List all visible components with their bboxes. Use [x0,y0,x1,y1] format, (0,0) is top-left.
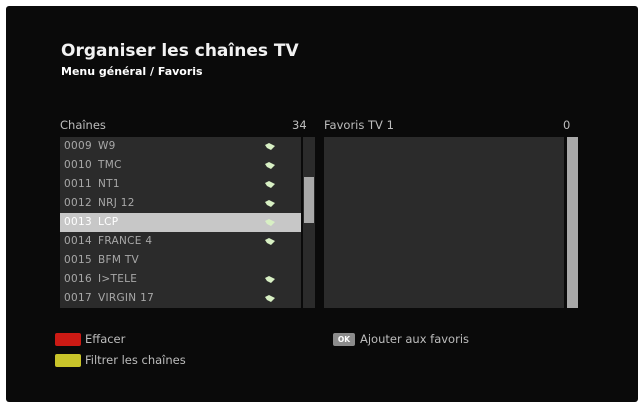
favorites-list-scrollbar[interactable] [567,137,578,308]
favorite-marker-icon [265,219,275,226]
channel-name: I>TELE [98,273,138,285]
channel-number: 0009 [64,140,92,152]
legend-filter-label: Filtrer les chaînes [85,353,186,367]
channel-number: 0012 [64,197,92,209]
channel-list[interactable]: 0009 W9 0010 TMC 0011 NT1 0012 NRJ 12 0013 LCP 001… [60,137,301,308]
favorites-list[interactable] [324,137,564,308]
legend-filter: Filtrer les chaînes [55,353,186,367]
tv-screen: Organiser les chaînes TV Menu général / … [6,6,638,402]
channel-name: VIRGIN 17 [98,292,155,304]
channel-row[interactable]: 0010 TMC [60,156,301,175]
channel-name: W9 [98,140,116,152]
favorites-label: Favoris TV 1 [324,118,394,132]
channel-list-scroll-thumb[interactable] [304,177,314,223]
channel-name: NT1 [98,178,120,190]
favorite-marker-icon [265,238,275,245]
channel-row[interactable]: 0016 I>TELE [60,270,301,289]
channel-row[interactable]: 0012 NRJ 12 [60,194,301,213]
ok-key-icon: OK [333,332,355,346]
favorite-marker-icon [265,295,275,302]
channel-row[interactable]: 0014 FRANCE 4 [60,232,301,251]
channel-row[interactable]: 0009 W9 [60,137,301,156]
legend-delete: Effacer [55,332,125,346]
page-title: Organiser les chaînes TV [61,41,299,61]
channel-name: BFM TV [98,254,140,266]
channel-name: NRJ 12 [98,197,135,209]
red-key-icon [55,332,81,346]
channels-label: Chaînes [60,118,106,132]
channel-row[interactable]: 0015 BFM TV [60,251,301,270]
channel-name: LCP [98,216,119,228]
channel-number: 0015 [64,254,92,266]
channel-row[interactable]: 0011 NT1 [60,175,301,194]
favorite-marker-icon [265,276,275,283]
channels-count: 34 [292,118,307,132]
channel-number: 0014 [64,235,92,247]
channel-row[interactable]: 0017 VIRGIN 17 [60,289,301,308]
legend-add-favorite-label: Ajouter aux favoris [360,332,470,346]
breadcrumb: Menu général / Favoris [61,65,203,78]
legend-delete-label: Effacer [85,332,126,346]
legend-add-favorite: OK Ajouter aux favoris [333,332,469,346]
channel-number: 0017 [64,292,92,304]
channel-number: 0010 [64,159,92,171]
channel-number: 0013 [64,216,92,228]
favorite-marker-icon [265,162,275,169]
channel-name: TMC [98,159,122,171]
channel-number: 0016 [64,273,92,285]
favorite-marker-icon [265,143,275,150]
channel-number: 0011 [64,178,92,190]
yellow-key-icon [55,353,81,367]
channel-list-scrollbar[interactable] [303,137,315,308]
favorites-count: 0 [563,118,571,132]
channel-row[interactable]: 0013 LCP [60,213,301,232]
channel-name: FRANCE 4 [98,235,153,247]
favorite-marker-icon [265,200,275,207]
favorite-marker-icon [265,181,275,188]
